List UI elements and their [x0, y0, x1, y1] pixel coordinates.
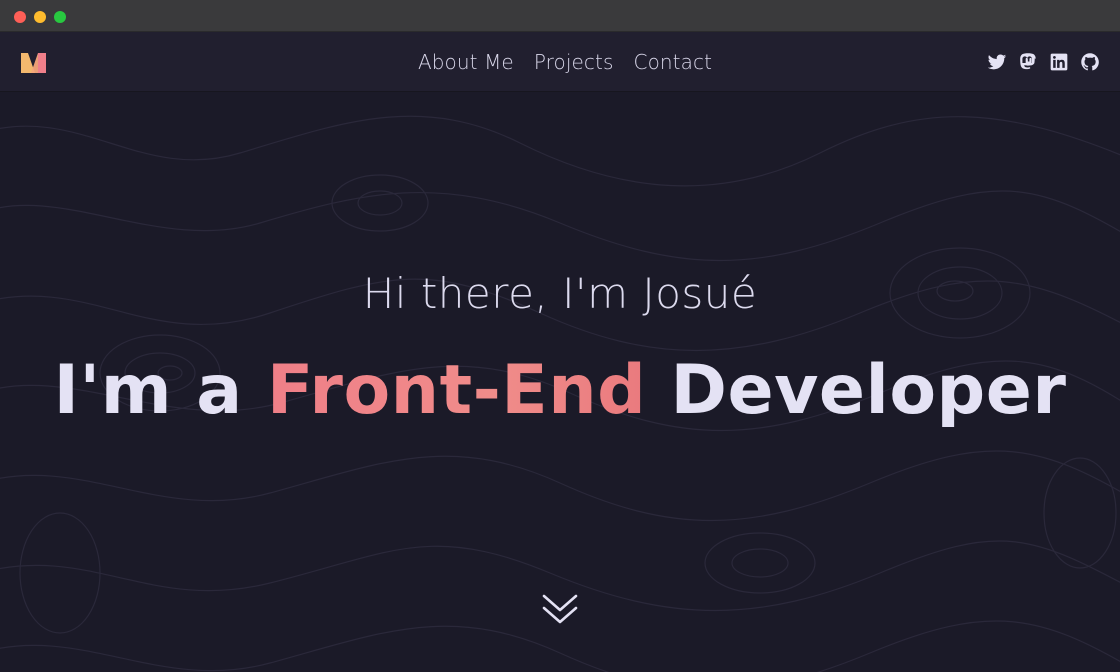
headline-suffix: Developer	[646, 351, 1067, 430]
hero-headline: I'm a Front-End Developer	[0, 351, 1120, 430]
social-links	[987, 51, 1100, 73]
site-navbar: About Me Projects Contact	[0, 32, 1120, 92]
nav-link-about-me[interactable]: About Me	[418, 50, 514, 74]
hero-section: Hi there, I'm Josué I'm a Front-End Deve…	[0, 93, 1120, 672]
chevron-double-down-icon[interactable]	[541, 591, 579, 629]
hero-greeting: Hi there, I'm Josué	[362, 269, 758, 318]
twitter-icon[interactable]	[987, 52, 1007, 72]
browser-window: About Me Projects Contact Hi there, I'm …	[0, 0, 1120, 672]
headline-accent: Front-End	[266, 351, 647, 430]
nav-links: About Me Projects Contact	[0, 32, 1120, 92]
linkedin-icon[interactable]	[1049, 52, 1069, 72]
headline-prefix: I'm a	[53, 351, 267, 430]
minimize-window-button[interactable]	[34, 11, 46, 23]
github-icon[interactable]	[1080, 52, 1100, 72]
maximize-window-button[interactable]	[54, 11, 66, 23]
nav-link-contact[interactable]: Contact	[634, 50, 713, 74]
mastodon-icon[interactable]	[1018, 52, 1038, 72]
close-window-button[interactable]	[14, 11, 26, 23]
window-titlebar	[0, 0, 1120, 32]
nav-link-projects[interactable]: Projects	[534, 50, 614, 74]
